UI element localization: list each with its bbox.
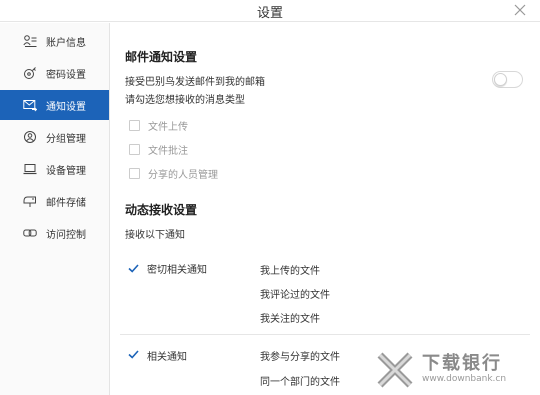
sidebar: 账户信息 密码设置 通知设置 分组管理 设备管理 邮件存储 访问控制: [0, 23, 110, 395]
checkbox-share-members[interactable]: [129, 168, 140, 179]
email-receive-label: 接受巴别鸟发送邮件到我的邮箱: [125, 77, 265, 88]
sidebar-item-label: 密码设置: [46, 70, 86, 81]
sidebar-item-password[interactable]: 密码设置: [0, 58, 109, 88]
sidebar-item-groups[interactable]: 分组管理: [0, 122, 109, 152]
email-section-title: 邮件通知设置: [125, 50, 198, 64]
dynamic-prompt: 接收以下通知: [125, 230, 185, 241]
group-icon: [24, 131, 36, 143]
notify-item: 我参与分享的文件: [260, 352, 340, 363]
notify-item: 我评论过的文件: [260, 290, 330, 301]
watermark-logo-icon: [377, 352, 413, 388]
sidebar-item-notifications[interactable]: 通知设置: [0, 90, 109, 120]
checkbox-label: 分享的人员管理: [148, 170, 218, 181]
checkbox-label: 文件上传: [148, 122, 188, 133]
sidebar-item-label: 邮件存储: [46, 198, 86, 209]
checkbox-label: 相关通知: [147, 352, 187, 363]
sidebar-item-account[interactable]: 账户信息: [0, 26, 109, 56]
mailbox-icon: [23, 196, 36, 207]
checkbox-file-annotation[interactable]: [129, 144, 140, 155]
settings-content: 邮件通知设置 接受巴别鸟发送邮件到我的邮箱 请勾选您想接收的消息类型 文件上传 …: [111, 23, 540, 395]
notify-item: 我关注的文件: [260, 314, 320, 325]
mail-notify-icon: [23, 100, 37, 112]
sidebar-item-devices[interactable]: 设备管理: [0, 154, 109, 184]
close-icon[interactable]: [513, 3, 527, 17]
sidebar-item-access-control[interactable]: 访问控制: [0, 218, 109, 248]
sidebar-item-label: 设备管理: [46, 166, 86, 177]
sidebar-item-label: 分组管理: [46, 134, 86, 145]
watermark-url: www.downbank.cn: [422, 374, 507, 384]
watermark-text: 下载银行: [422, 353, 502, 374]
title-bar: 设置: [0, 0, 540, 22]
dynamic-section-title: 动态接收设置: [125, 203, 198, 217]
sidebar-item-label: 通知设置: [46, 102, 86, 113]
email-receive-toggle[interactable]: [492, 71, 523, 88]
notify-item: 我上传的文件: [260, 266, 320, 277]
lock-icon: [24, 67, 36, 79]
laptop-icon: [23, 164, 37, 175]
divider: [120, 334, 530, 335]
checkbox-close-related[interactable]: [128, 263, 139, 274]
sidebar-item-mail-storage[interactable]: 邮件存储: [0, 186, 109, 216]
checkbox-related[interactable]: [128, 349, 139, 360]
notify-item: 同一个部门的文件: [260, 377, 340, 388]
checkbox-label: 文件批注: [148, 146, 188, 157]
sidebar-item-label: 访问控制: [46, 230, 86, 241]
checkbox-file-upload[interactable]: [129, 120, 140, 131]
account-icon: [23, 35, 37, 47]
toggle-knob: [494, 73, 507, 86]
window-title: 设置: [256, 6, 283, 21]
watermark: 下载银行 www.downbank.cn: [372, 349, 534, 391]
sidebar-item-label: 账户信息: [46, 38, 86, 49]
checkbox-label: 密切相关通知: [147, 265, 207, 276]
email-type-prompt: 请勾选您想接收的消息类型: [125, 95, 245, 106]
link-icon: [23, 229, 37, 237]
